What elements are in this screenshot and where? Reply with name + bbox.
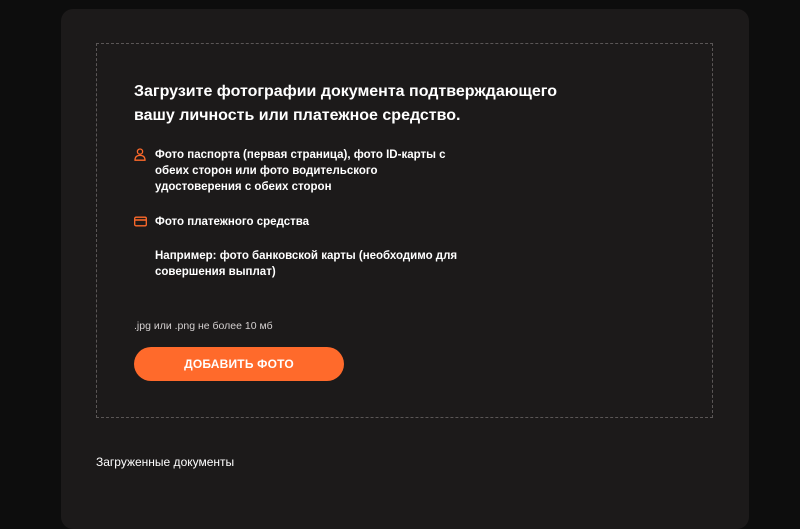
requirement-payment-text: Фото платежного средства xyxy=(155,216,310,228)
file-format-hint: .jpg или .png не более 10 мб xyxy=(134,320,273,332)
upload-dropzone[interactable]: Загрузите фотографии документа подтвержд… xyxy=(96,43,713,418)
document-verification-panel: Загрузите фотографии документа подтвержд… xyxy=(61,9,749,529)
upload-title: Загрузите фотографии документа подтвержд… xyxy=(134,83,558,124)
payment-example-text: Например: фото банковской карты (необход… xyxy=(155,250,458,278)
uploaded-documents-title: Загруженные документы xyxy=(96,455,235,469)
requirement-identity-document: Фото паспорта (первая страница), фото ID… xyxy=(134,147,454,195)
requirement-identity-text: Фото паспорта (первая страница), фото ID… xyxy=(155,149,446,193)
requirement-payment-method: Фото платежного средства xyxy=(134,214,454,230)
person-icon xyxy=(134,148,146,161)
add-photo-button[interactable]: ДОБАВИТЬ ФОТО xyxy=(134,347,344,381)
credit-card-icon xyxy=(134,215,147,228)
